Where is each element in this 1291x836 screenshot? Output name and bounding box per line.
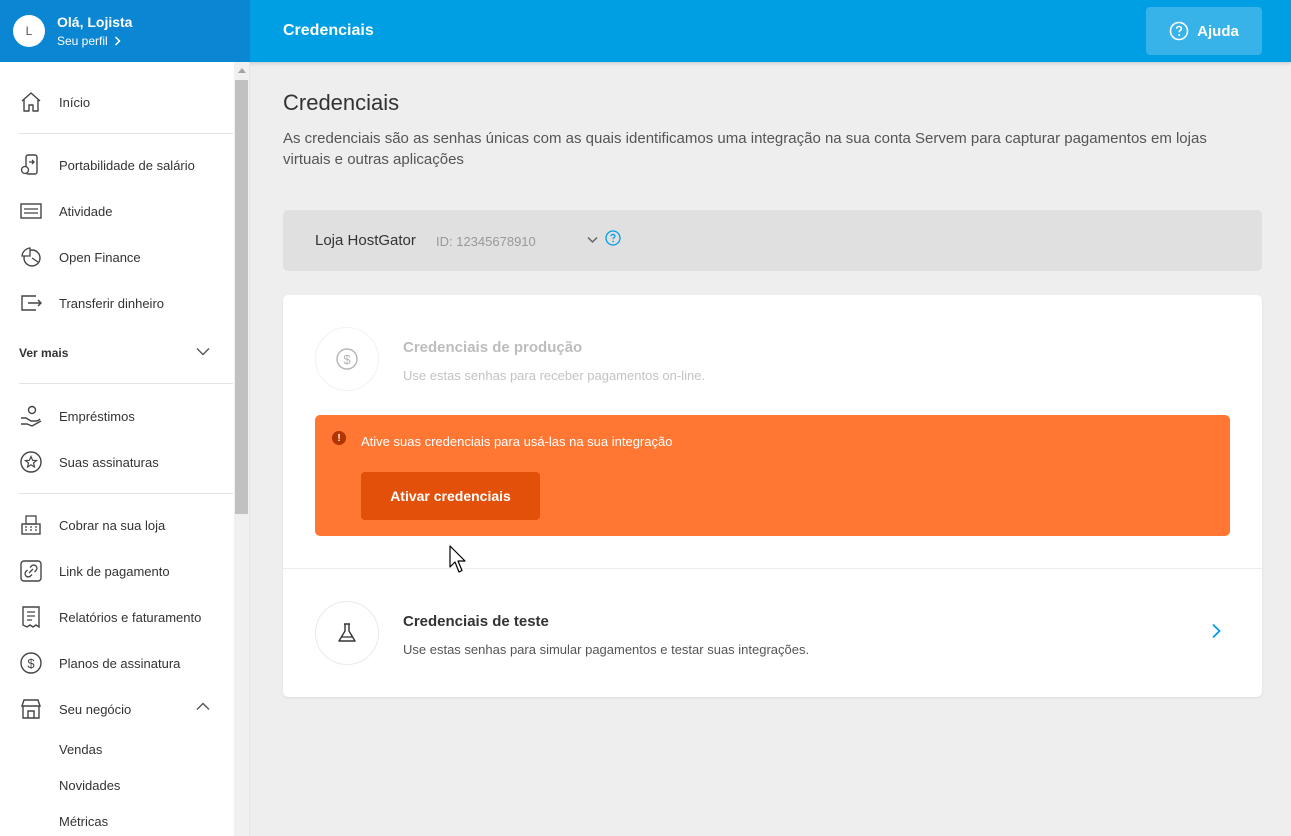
chevron-right-icon[interactable] [1211,623,1221,639]
profile-link[interactable]: Seu perfil [57,33,132,49]
production-credentials-description: Use estas senhas para receber pagamentos… [403,368,706,383]
store-id: ID: 12345678910 [436,234,536,249]
home-icon [19,90,43,114]
mouse-cursor-icon [449,545,466,573]
sidebar-item-label: Planos de assinatura [59,655,181,671]
loan-icon [19,404,43,428]
sidebar-item-label: Suas assinaturas [59,454,159,470]
help-icon[interactable] [605,230,621,246]
sidebar-item-label: Open Finance [59,249,141,265]
sidebar-item-seu-negocio[interactable]: Seu negócio [0,689,234,729]
page-title: Credenciais [283,90,400,115]
sidebar: Início Portabilidade de salário Atividad… [0,62,250,836]
ver-mais-label: Ver mais [19,346,69,360]
credentials-card: $ Credenciais de produção Use estas senh… [283,295,1262,697]
sidebar-item-label: Cobrar na sua loja [59,517,166,533]
sidebar-item-label: Link de pagamento [59,563,170,579]
sidebar-item-open-finance[interactable]: Open Finance [0,237,234,277]
chevron-down-icon [196,348,210,356]
top-bar: L Olá, Lojista Seu perfil Credenciais Aj… [0,0,1291,62]
sidebar-scroll-thumb[interactable] [235,80,248,514]
sidebar-item-label: Relatórios e faturamento [59,609,202,625]
sidebar-item-portabilidade[interactable]: Portabilidade de salário [0,145,234,185]
sidebar-subitem-vendas[interactable]: Vendas [59,740,102,760]
flask-icon [315,601,379,665]
receipt-icon [19,605,43,629]
page-description: As credenciais são as senhas únicas com … [283,130,1207,168]
sidebar-subitem-novidades[interactable]: Novidades [59,776,120,796]
sidebar-item-planos[interactable]: $ Planos de assinatura [0,643,234,683]
help-icon [1169,21,1189,41]
sidebar-item-link-pagamento[interactable]: Link de pagamento [0,551,234,591]
list-icon [19,199,43,223]
chevron-down-icon[interactable] [587,236,598,244]
svg-text:$: $ [343,352,351,367]
profile-header[interactable]: L Olá, Lojista Seu perfil [0,0,250,62]
sidebar-item-cobrar[interactable]: Cobrar na sua loja [0,505,234,545]
sidebar-item-label: Transferir dinheiro [59,295,165,311]
cash-register-icon [19,513,43,537]
chevron-up-icon [196,702,210,710]
sidebar-item-label: Início [59,94,91,110]
dollar-icon: $ [315,327,379,391]
topbar-title: Credenciais [283,22,374,39]
help-button[interactable]: Ajuda [1146,7,1262,55]
sidebar-subitem-metricas[interactable]: Métricas [59,812,108,832]
sidebar-item-relatorios[interactable]: Relatórios e faturamento [0,597,234,637]
profile-text: Olá, Lojista Seu perfil [57,13,132,49]
sidebar-divider [19,493,233,494]
sidebar-item-transferir[interactable]: Transferir dinheiro [0,283,234,323]
transfer-icon [19,291,43,315]
dollar-cycle-icon: $ [19,651,43,675]
scroll-up-arrow-icon[interactable] [238,68,246,73]
sidebar-divider [19,133,233,134]
store-icon [19,697,43,721]
star-badge-icon [19,450,43,474]
profile-link-label[interactable]: Seu perfil [57,33,108,49]
test-credentials-row[interactable]: Credenciais de teste Use estas senhas pa… [283,569,1262,697]
profile-greeting: Olá, Lojista [57,14,133,30]
link-icon [19,559,43,583]
ver-mais-toggle[interactable]: Ver mais [19,341,219,365]
sidebar-item-label: Empréstimos [59,408,135,424]
phone-transfer-icon [19,153,43,177]
activation-alert: ! Ative suas credenciais para usá-las na… [315,415,1230,536]
test-credentials-title: Credenciais de teste [403,613,549,630]
warning-icon: ! [332,431,346,445]
help-label: Ajuda [1197,22,1239,40]
production-credentials-title: Credenciais de produção [403,339,583,356]
sidebar-item-emprestimos[interactable]: Empréstimos [0,396,234,436]
sidebar-item-label: Seu negócio [59,701,132,717]
sidebar-item-atividade[interactable]: Atividade [0,191,234,231]
chevron-right-icon [114,36,121,46]
alert-message: Ative suas credenciais para usá-las na s… [361,434,673,449]
avatar[interactable]: L [13,15,45,47]
test-credentials-description: Use estas senhas para simular pagamentos… [403,642,810,657]
svg-text:$: $ [27,656,35,671]
sidebar-item-inicio[interactable]: Início [0,82,234,122]
store-selector[interactable]: Loja HostGator ID: 12345678910 [283,210,1262,271]
sidebar-item-label: Portabilidade de salário [59,157,195,173]
open-finance-icon [19,245,43,269]
sidebar-item-suas-assinaturas[interactable]: Suas assinaturas [0,442,234,482]
sidebar-divider [19,383,233,384]
activate-credentials-button[interactable]: Ativar credenciais [361,472,540,520]
sidebar-item-label: Atividade [59,203,113,219]
store-name: Loja HostGator [315,232,416,249]
